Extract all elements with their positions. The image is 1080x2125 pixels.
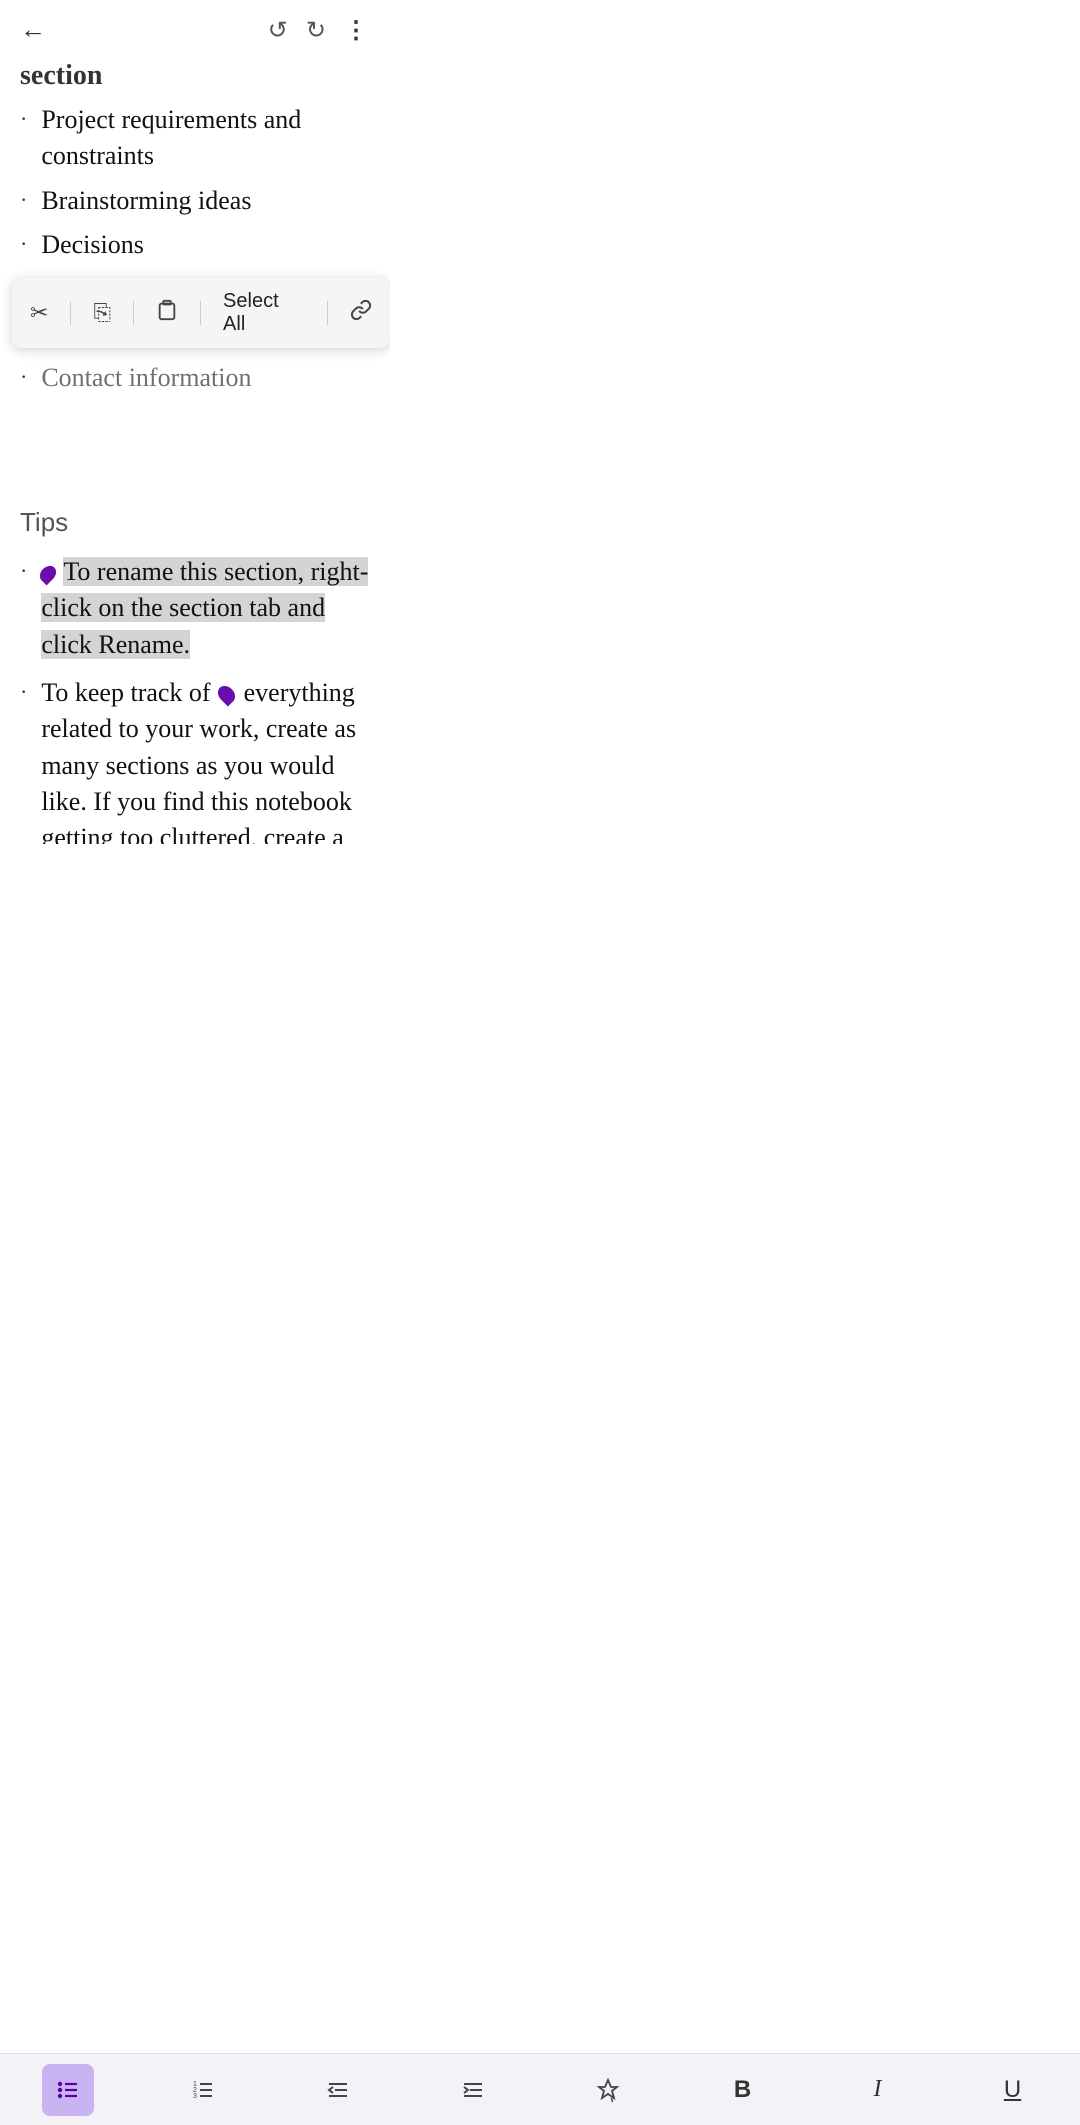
tips-list: · To rename this section, right-click on…: [20, 552, 370, 844]
tips-label: Tips: [20, 499, 370, 544]
top-bar-right: ↺ ↻ ⋮: [268, 16, 370, 45]
link-icon: [350, 299, 372, 327]
bullet-list-icon: [56, 2078, 80, 2102]
tip-item-2: · To keep track of everything related to…: [20, 673, 370, 844]
content-wrapper: section · Project requirements and const…: [0, 60, 390, 844]
bold-label: B: [734, 2076, 751, 2104]
bullet-dot: ·: [20, 229, 27, 260]
top-bar-left: ←: [20, 15, 46, 45]
context-menu: ✂ ⎘ Select All: [12, 278, 390, 348]
bold-button[interactable]: B: [717, 2064, 769, 2116]
bullet-dot: ·: [20, 185, 27, 216]
numbered-list-button[interactable]: 1 2 3: [177, 2064, 229, 2116]
list-item: · Project requirements and constraints: [20, 100, 370, 177]
italic-label: I: [874, 2076, 882, 2103]
list-item-text: Contact information: [41, 360, 251, 396]
list-item: · Contact information: [20, 358, 370, 398]
indent-decrease-button[interactable]: [312, 2064, 364, 2116]
style-button[interactable]: [582, 2064, 634, 2116]
cut-icon: ✂: [30, 300, 48, 326]
numbered-list-icon: 1 2 3: [191, 2078, 215, 2102]
selected-text-1: To rename this section, right-click on t…: [41, 557, 368, 659]
list-item-text: Brainstorming ideas: [41, 183, 251, 219]
selection-handle-start: [37, 562, 60, 585]
paste-button[interactable]: [156, 299, 178, 327]
tip-text-2: To keep track of everything related to y…: [41, 675, 370, 844]
bullet-list-button[interactable]: [42, 2064, 94, 2116]
undo-button[interactable]: ↺: [268, 16, 288, 45]
bottom-toolbar: 1 2 3 B: [0, 2053, 1080, 2125]
tip-text-1: To rename this section, right-click on t…: [41, 554, 370, 663]
select-all-label: Select All: [223, 290, 305, 336]
cut-button[interactable]: ✂: [30, 300, 48, 326]
list-item-text: Decisions: [41, 227, 144, 263]
underline-label: U: [1004, 2076, 1021, 2104]
tips-section: Tips · To rename this section, right-cli…: [20, 499, 370, 844]
italic-button[interactable]: I: [852, 2064, 904, 2116]
style-icon: [596, 2078, 620, 2102]
indent-decrease-icon: [326, 2078, 350, 2102]
divider: [70, 301, 71, 325]
bullet-dot: ·: [20, 362, 27, 393]
top-bar: ← ↺ ↻ ⋮: [0, 0, 390, 60]
copy-button[interactable]: ⎘: [93, 300, 111, 326]
indent-increase-icon: [461, 2078, 485, 2102]
bullet-list: · Project requirements and constraints ·…: [20, 100, 370, 399]
divider: [327, 301, 328, 325]
list-item-text: Project requirements and constraints: [41, 102, 370, 175]
redo-button[interactable]: ↻: [306, 16, 326, 45]
list-item: · Brainstorming ideas: [20, 181, 370, 221]
back-button[interactable]: ←: [20, 15, 46, 45]
copy-icon: ⎘: [93, 300, 111, 326]
indent-increase-button[interactable]: [447, 2064, 499, 2116]
section-partial-heading: section: [20, 60, 370, 100]
underline-button[interactable]: U: [987, 2064, 1039, 2116]
content-area: section · Project requirements and const…: [0, 60, 390, 844]
bullet-dot: ·: [20, 104, 27, 135]
tip-item-1: · To rename this section, right-click on…: [20, 552, 370, 665]
divider: [133, 301, 134, 325]
bullet-dot: ·: [20, 677, 27, 708]
svg-text:3: 3: [193, 2093, 197, 2100]
more-button[interactable]: ⋮: [344, 16, 370, 45]
list-item: · Decisions: [20, 225, 370, 265]
link-button[interactable]: [350, 299, 372, 327]
paste-icon: [156, 299, 178, 327]
selection-handle-end: [215, 682, 239, 706]
select-all-button[interactable]: Select All: [223, 290, 305, 336]
bullet-dot: ·: [20, 556, 27, 587]
divider: [200, 301, 201, 325]
